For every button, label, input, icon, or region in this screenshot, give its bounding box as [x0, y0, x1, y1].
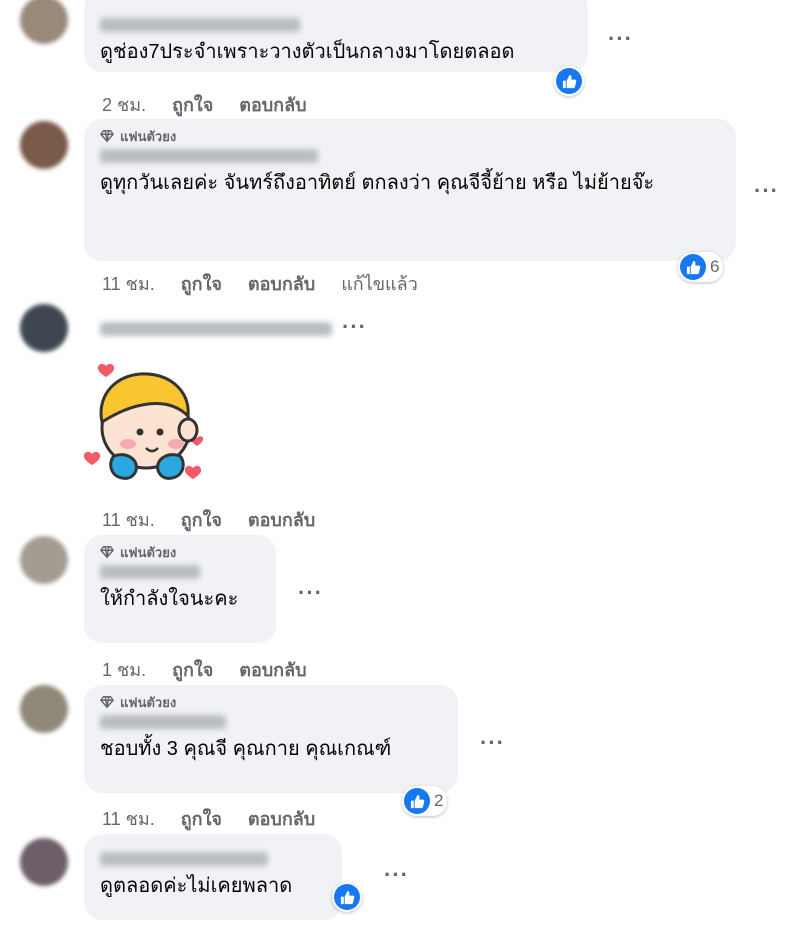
comment-meta: 1 ชม. ถูกใจ ตอบกลับ — [102, 655, 307, 684]
avatar[interactable] — [20, 121, 68, 169]
author-name[interactable] — [100, 565, 200, 579]
comment-meta: 11 ชม. ถูกใจ ตอบกลับ แก้ไขแล้ว — [102, 269, 418, 298]
fan-badge: แฟนตัวยง — [100, 693, 442, 711]
more-options-icon[interactable]: ··· — [384, 862, 409, 888]
author-name[interactable] — [100, 18, 300, 32]
reaction-badge[interactable]: 6 — [678, 252, 724, 282]
more-options-icon[interactable]: ··· — [480, 730, 505, 756]
comment-bubble: แฟนตัวยง ดูทุกวันเลยค่ะ จันทร์ถึงอาทิตย์… — [84, 119, 736, 261]
like-link[interactable]: ถูกใจ — [172, 655, 213, 684]
diamond-icon — [100, 696, 114, 709]
comment-bubble: ดูตลอดค่ะไม่เคยพลาด — [84, 834, 342, 920]
fan-badge: แฟนตัวยง — [100, 543, 260, 561]
avatar[interactable] — [20, 685, 68, 733]
reply-link[interactable]: ตอบกลับ — [248, 804, 315, 833]
reply-link[interactable]: ตอบกลับ — [239, 655, 306, 684]
avatar[interactable] — [20, 838, 68, 886]
author-name[interactable] — [100, 715, 226, 729]
reply-link[interactable]: ตอบกลับ — [248, 505, 315, 534]
comment-text: ดูช่อง7ประจำเพราะวางตัวเป็นกลางมาโดยตลอด — [100, 41, 515, 63]
like-link[interactable]: ถูกใจ — [181, 269, 222, 298]
more-options-icon[interactable]: ··· — [754, 178, 779, 204]
diamond-icon — [100, 546, 114, 559]
comment-text: ชอบทั้ง 3 คุณจี คุณกาย คุณเกณฑ์ — [100, 738, 392, 760]
author-name[interactable] — [100, 322, 332, 336]
like-link[interactable]: ถูกใจ — [181, 505, 222, 534]
timestamp[interactable]: 1 ชม. — [102, 655, 146, 684]
author-name[interactable] — [100, 149, 318, 163]
timestamp[interactable]: 2 ชม. — [102, 90, 146, 119]
thumbs-up-icon — [334, 884, 360, 910]
comment-bubble: แฟนตัวยง ให้กำลังใจนะคะ — [84, 535, 276, 643]
boy-with-hearts-sticker — [83, 356, 214, 486]
reply-link[interactable]: ตอบกลับ — [239, 90, 306, 119]
comment-text: ดูทุกวันเลยค่ะ จันทร์ถึงอาทิตย์ ตกลงว่า … — [100, 172, 655, 194]
avatar[interactable] — [20, 0, 68, 44]
comment-text: ดูตลอดค่ะไม่เคยพลาด — [100, 875, 293, 897]
thumbs-up-icon — [680, 254, 706, 280]
reaction-count: 2 — [434, 791, 444, 810]
avatar[interactable] — [20, 304, 68, 352]
comment-meta: 11 ชม. ถูกใจ ตอบกลับ — [102, 804, 315, 833]
edited-label[interactable]: แก้ไขแล้ว — [341, 269, 418, 298]
reaction-badge[interactable]: 2 — [402, 786, 448, 816]
comment-meta: 2 ชม. ถูกใจ ตอบกลับ — [102, 90, 307, 119]
reply-link[interactable]: ตอบกลับ — [248, 269, 315, 298]
reaction-badge[interactable] — [332, 882, 362, 912]
more-options-icon[interactable]: ··· — [342, 314, 367, 340]
comment-text: ให้กำลังใจนะคะ — [100, 588, 239, 610]
author-name[interactable] — [100, 852, 268, 866]
timestamp[interactable]: 11 ชม. — [102, 505, 155, 534]
like-link[interactable]: ถูกใจ — [181, 804, 222, 833]
diamond-icon — [100, 130, 114, 143]
timestamp[interactable]: 11 ชม. — [102, 804, 155, 833]
reaction-count: 6 — [710, 257, 720, 276]
like-link[interactable]: ถูกใจ — [172, 90, 213, 119]
avatar[interactable] — [20, 536, 68, 584]
reaction-badge[interactable] — [554, 66, 584, 96]
comment-bubble: ดูช่อง7ประจำเพราะวางตัวเป็นกลางมาโดยตลอด — [84, 0, 588, 72]
thumbs-up-icon — [556, 68, 582, 94]
more-options-icon[interactable]: ··· — [298, 580, 323, 606]
more-options-icon[interactable]: ··· — [608, 26, 633, 52]
fan-badge: แฟนตัวยง — [100, 127, 720, 145]
timestamp[interactable]: 11 ชม. — [102, 269, 155, 298]
thumbs-up-icon — [404, 788, 430, 814]
comment-meta: 11 ชม. ถูกใจ ตอบกลับ — [102, 505, 315, 534]
comment-bubble: แฟนตัวยง ชอบทั้ง 3 คุณจี คุณกาย คุณเกณฑ์ — [84, 685, 458, 793]
